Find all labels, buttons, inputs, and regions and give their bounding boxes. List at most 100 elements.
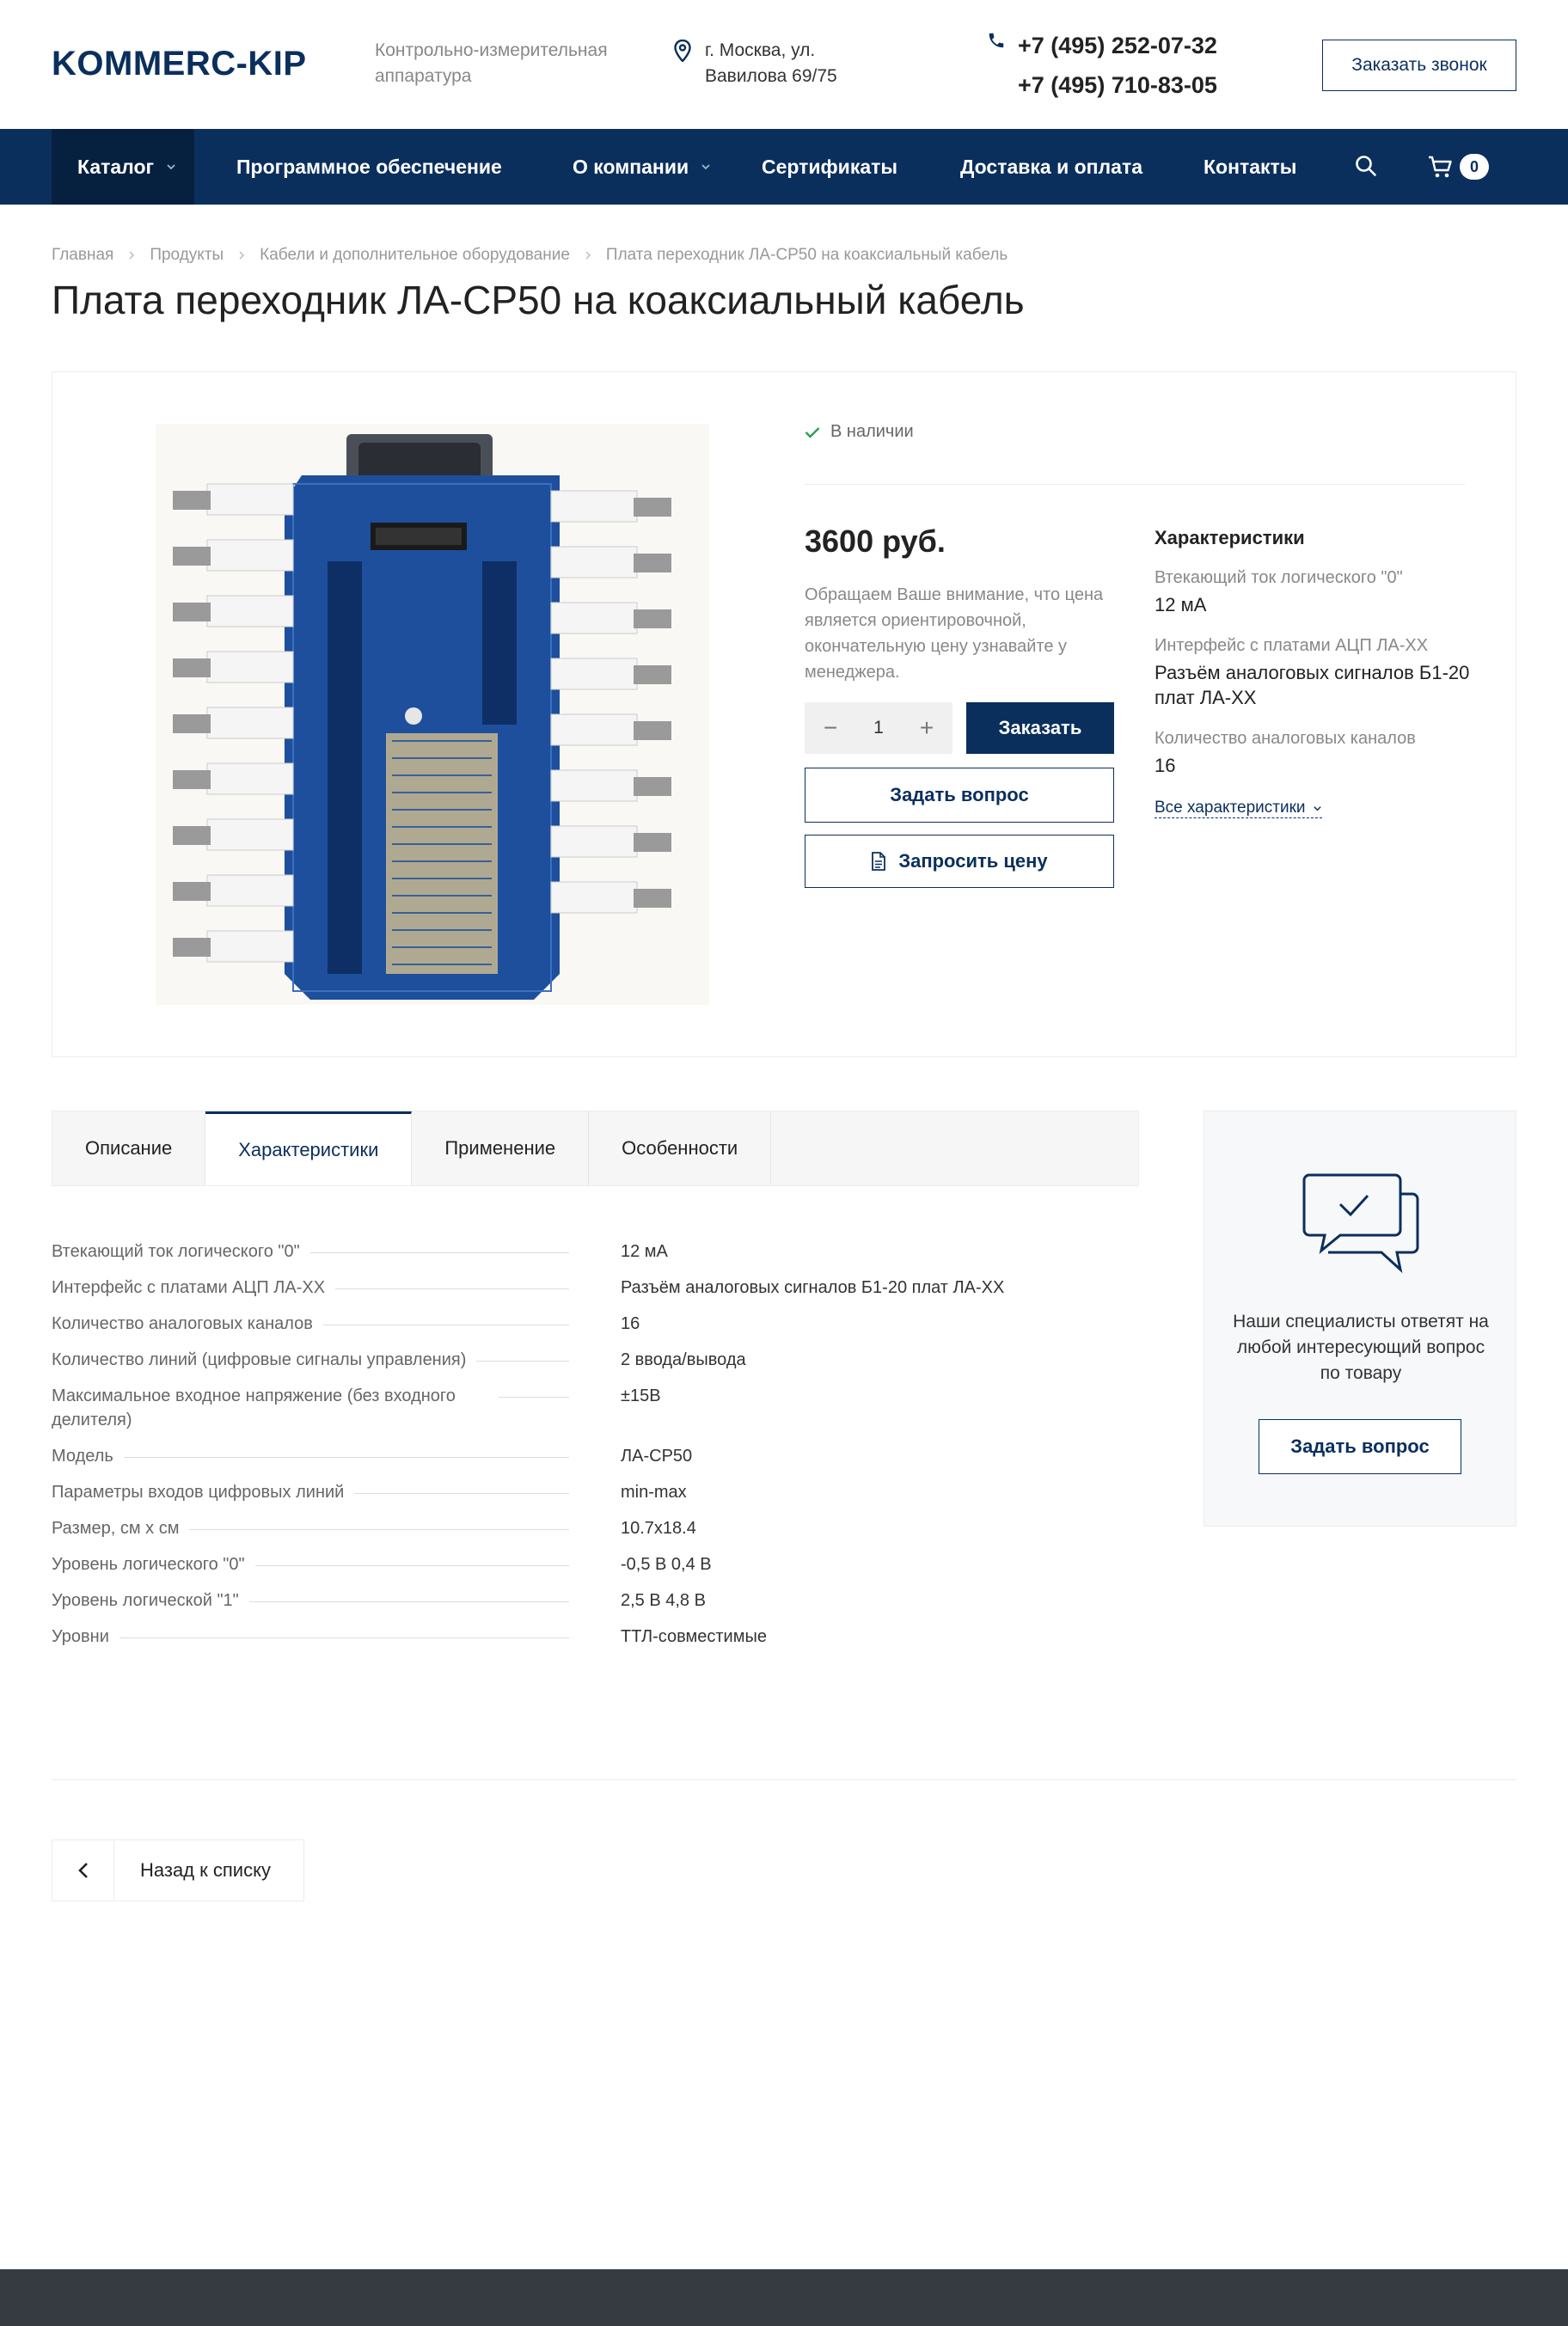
nav-delivery-label: Доставка и оплата: [960, 155, 1143, 178]
order-button[interactable]: Заказать: [966, 702, 1114, 754]
document-icon: [872, 852, 886, 871]
logo[interactable]: KOMMERC-KIP: [52, 45, 307, 83]
search-icon[interactable]: [1353, 153, 1379, 179]
short-specs-title: Характеристики: [1155, 527, 1305, 548]
tab-description[interactable]: Описание: [52, 1111, 206, 1185]
dotted-leader: [322, 1312, 569, 1325]
dotted-leader: [476, 1348, 569, 1362]
address-text: г. Москва, ул. Вавилова 69/75: [705, 40, 837, 86]
stock-status: В наличии: [805, 422, 914, 442]
all-specs-link[interactable]: Все характеристики: [1155, 799, 1322, 818]
chevron-left-icon: [77, 1863, 88, 1878]
spec-name: Количество линий (цифровые сигналы управ…: [52, 1348, 477, 1372]
spec-value: 12 мА: [621, 1242, 668, 1261]
spec-table: Втекающий ток логического "0" 12 мА Инте…: [52, 1240, 1139, 1661]
short-spec-name: Количество аналоговых каналов: [1155, 729, 1416, 748]
table-row: Уровень логического "0" -0,5 В 0,4 В: [52, 1552, 1139, 1576]
breadcrumb-current: Плата переходник ЛА-СР50 на коаксиальный…: [605, 246, 1008, 264]
quantity-stepper: − 1 +: [805, 702, 952, 754]
spec-value: min-max: [621, 1483, 687, 1502]
phone-number-2[interactable]: +7 (495) 710-83-05: [987, 65, 1217, 105]
spec-value: 2 ввода/вывода: [621, 1350, 746, 1369]
request-price-label: Запросить цену: [898, 850, 1048, 872]
table-row: Модель ЛА-СР50: [52, 1444, 1139, 1468]
dotted-leader: [499, 1384, 569, 1398]
nav-contacts[interactable]: Контакты: [1204, 129, 1296, 205]
spec-value: 10.7x18.4: [621, 1519, 696, 1538]
ask-question-button[interactable]: Задать вопрос: [1259, 1419, 1461, 1474]
divider: [805, 484, 1465, 485]
spec-value: 2,5 В 4,8 В: [621, 1591, 706, 1610]
product-card: В наличии 3600 руб. Обращаем Ваше вниман…: [52, 371, 1516, 1057]
spec-name: Уровень логической "1": [52, 1588, 249, 1613]
chevron-right-icon: [239, 251, 245, 260]
nav-about-label: О компании: [573, 155, 689, 178]
nav-software[interactable]: Программное обеспечение: [236, 129, 502, 205]
short-spec-item: Количество аналоговых каналов 16: [1155, 727, 1473, 778]
price-note: Обращаем Ваше внимание, что цена являетс…: [805, 585, 1104, 682]
dotted-leader: [309, 1240, 569, 1253]
table-row: Количество аналоговых каналов 16: [52, 1312, 1139, 1336]
spec-value: Разъём аналоговых сигналов Б1-20 плат ЛА…: [621, 1278, 1005, 1297]
tab-specifications[interactable]: Характеристики: [205, 1111, 413, 1185]
site-footer: [0, 2269, 1568, 2326]
breadcrumb-category[interactable]: Кабели и дополнительное оборудование: [260, 246, 570, 265]
dotted-leader: [123, 1444, 569, 1458]
quantity-increase-button[interactable]: +: [916, 716, 937, 740]
spec-name-cell: Уровень логической "1": [52, 1588, 595, 1613]
short-spec-item: Интерфейс с платами АЦП ЛА-XX Разъём ана…: [1155, 634, 1473, 710]
quantity-value[interactable]: 1: [873, 718, 884, 738]
short-spec-item: Втекающий ток логического "0" 12 мА: [1155, 566, 1473, 617]
dotted-leader: [254, 1552, 569, 1566]
short-spec-value: Разъём аналоговых сигналов Б1-20 плат ЛА…: [1155, 662, 1470, 708]
short-specs: Характеристики Втекающий ток логического…: [1155, 527, 1473, 795]
nav-catalog[interactable]: Каталог: [52, 129, 194, 205]
spec-name: Втекающий ток логического "0": [52, 1240, 310, 1264]
site-header: KOMMERC-KIP Контрольно-измерительная апп…: [0, 0, 1568, 129]
breadcrumb-home[interactable]: Главная: [52, 246, 113, 265]
nav-delivery[interactable]: Доставка и оплата: [960, 129, 1142, 205]
request-price-button[interactable]: Запросить цену: [805, 835, 1114, 888]
cart-icon[interactable]: [1427, 153, 1455, 181]
chevron-right-icon: [585, 251, 591, 260]
spec-name-cell: Втекающий ток логического "0": [52, 1240, 595, 1264]
back-to-list-button[interactable]: Назад к списку: [52, 1839, 304, 1901]
cart-count-badge[interactable]: 0: [1460, 154, 1489, 180]
spec-name-cell: Максимальное входное напряжение (без вхо…: [52, 1384, 595, 1432]
product-tabs: Описание Характеристики Применение Особе…: [52, 1111, 1139, 1186]
spec-name: Максимальное входное напряжение (без вхо…: [52, 1384, 499, 1432]
tab-features[interactable]: Особенности: [589, 1111, 772, 1185]
chevron-down-icon: [701, 164, 710, 170]
spec-name: Модель: [52, 1444, 124, 1468]
dotted-leader: [335, 1276, 569, 1289]
main-nav: Каталог Программное обеспечение О компан…: [0, 129, 1568, 205]
divider: [52, 1779, 1516, 1780]
spec-name-cell: Уровень логического "0": [52, 1552, 595, 1576]
spec-name-cell: Параметры входов цифровых линий: [52, 1480, 595, 1504]
table-row: Интерфейс с платами АЦП ЛА-XX Разъём ана…: [52, 1276, 1139, 1300]
phone-icon: [989, 33, 1004, 48]
nav-certificates[interactable]: Сертификаты: [762, 129, 897, 205]
table-row: Уровень логической "1" 2,5 В 4,8 В: [52, 1588, 1139, 1613]
nav-about[interactable]: О компании: [573, 129, 711, 205]
quantity-decrease-button[interactable]: −: [820, 716, 841, 740]
breadcrumb-products[interactable]: Продукты: [150, 246, 224, 265]
table-row: Максимальное входное напряжение (без вхо…: [52, 1384, 1139, 1432]
tab-application[interactable]: Применение: [412, 1111, 590, 1185]
spec-name: Количество аналоговых каналов: [52, 1312, 323, 1336]
ask-question-button[interactable]: Задать вопрос: [805, 768, 1114, 823]
spec-name: Уровень логического "0": [52, 1552, 255, 1576]
callback-button[interactable]: Заказать звонок: [1322, 40, 1516, 91]
table-row: Параметры входов цифровых линий min-max: [52, 1480, 1139, 1504]
all-specs-label: Все характеристики: [1155, 799, 1306, 817]
tagline: Контрольно-измерительная аппаратура: [375, 40, 608, 86]
spec-value: 16: [621, 1314, 640, 1333]
short-spec-name: Интерфейс с платами АЦП ЛА-XX: [1155, 636, 1429, 655]
spec-name: Интерфейс с платами АЦП ЛА-XX: [52, 1276, 336, 1300]
spec-name-cell: Количество линий (цифровые сигналы управ…: [52, 1348, 595, 1372]
nav-certificates-label: Сертификаты: [762, 155, 898, 178]
phone-number-1[interactable]: +7 (495) 252-07-32: [987, 26, 1217, 65]
product-image[interactable]: [156, 424, 709, 1005]
table-row: Втекающий ток логического "0" 12 мА: [52, 1240, 1139, 1264]
nav-software-label: Программное обеспечение: [236, 155, 502, 178]
